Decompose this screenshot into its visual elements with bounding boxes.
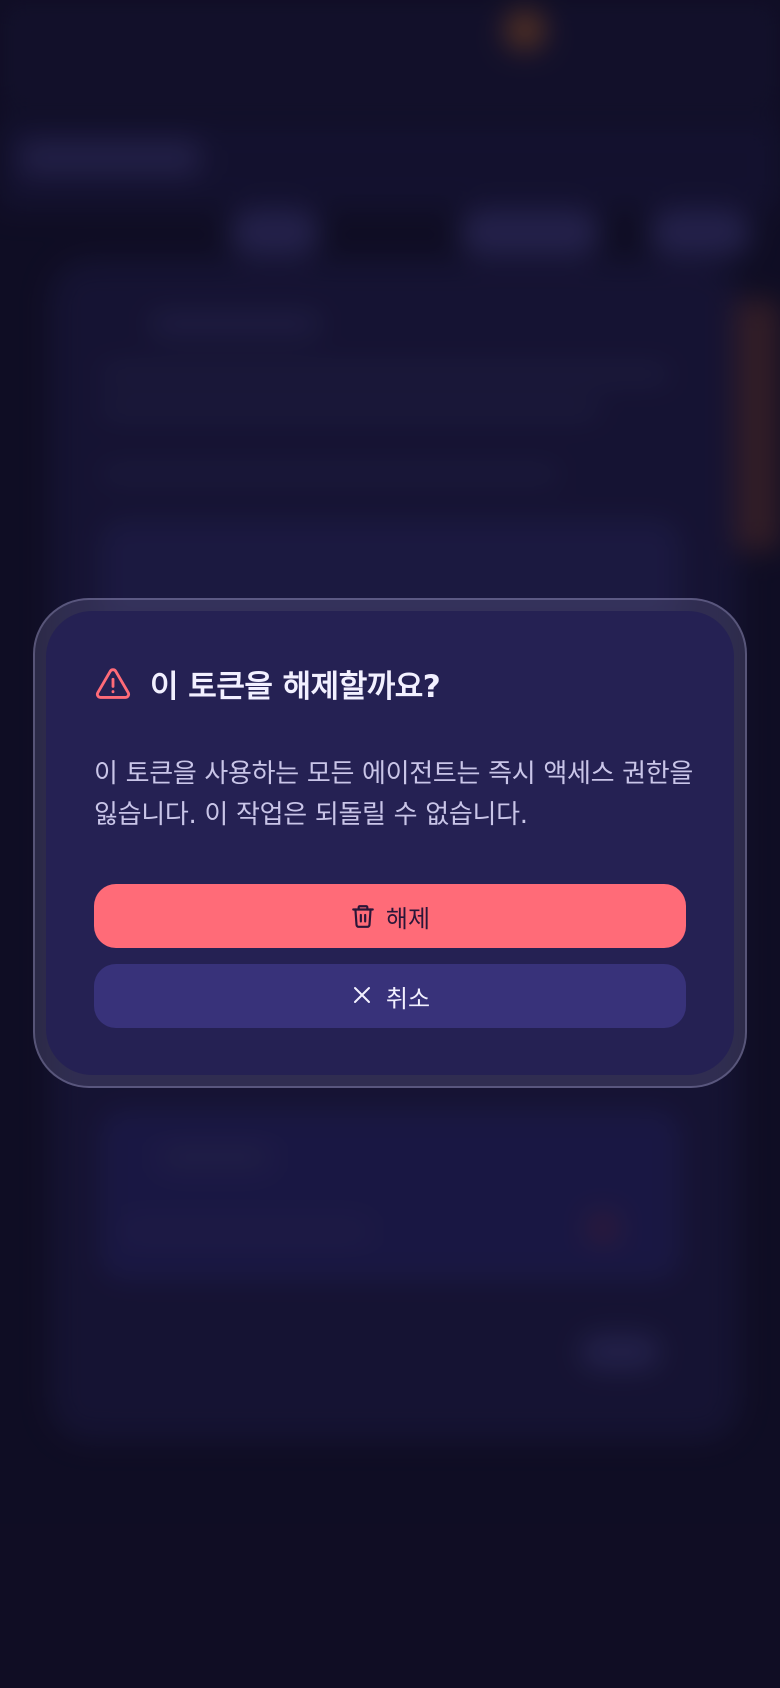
dialog-header: 이 토큰을 해제할까요?	[94, 661, 441, 706]
revoke-token-dialog: 이 토큰을 해제할까요? 이 토큰을 사용하는 모든 에이전트는 즉시 액세스 …	[46, 611, 734, 1075]
revoke-button[interactable]: 해제	[94, 884, 686, 948]
trash-icon	[350, 903, 376, 929]
revoke-button-label: 해제	[385, 904, 431, 933]
cancel-button-label: 취소	[385, 984, 431, 1013]
warning-triangle-icon	[94, 665, 132, 703]
cancel-button[interactable]: 취소	[94, 964, 686, 1028]
screen: 이 토큰을 해제할까요? 이 토큰을 사용하는 모든 에이전트는 즉시 액세스 …	[0, 0, 780, 1688]
dialog-title: 이 토큰을 해제할까요?	[150, 669, 441, 705]
close-icon	[350, 983, 376, 1009]
dialog-message: 이 토큰을 사용하는 모든 에이전트는 즉시 액세스 권한을 잃습니다. 이 작…	[94, 759, 694, 830]
